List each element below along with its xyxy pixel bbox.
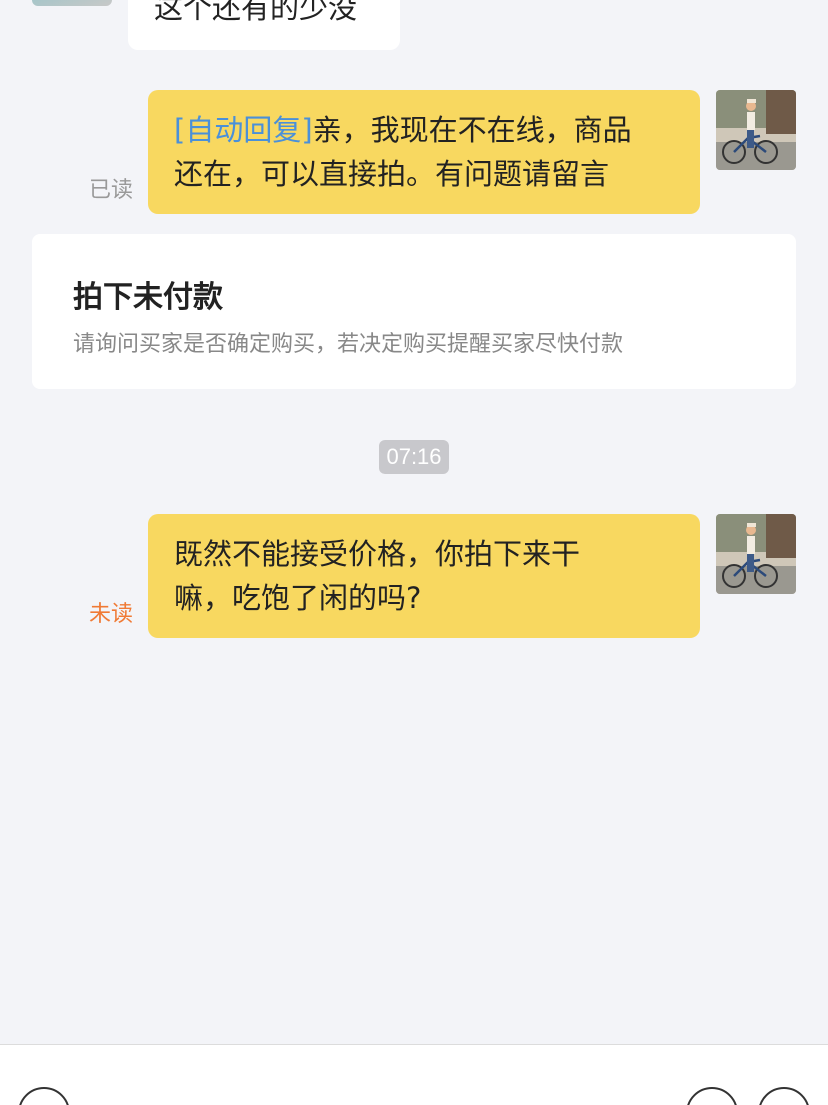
order-status-card[interactable]: 拍下未付款 请询问买家是否确定购买，若决定购买提醒买家尽快付款 [32, 234, 796, 389]
buyer-avatar[interactable] [32, 0, 112, 6]
order-status-title: 拍下未付款 [73, 280, 223, 315]
order-status-subtitle: 请询问买家是否确定购买，若决定购买提醒买家尽快付款 [73, 332, 624, 357]
seller-avatar-photo [716, 514, 796, 594]
reply-line-1: 既然不能接受价格，你拍下来干 [174, 537, 581, 571]
add-button[interactable] [758, 1087, 810, 1105]
reply-message-bubble[interactable]: 既然不能接受价格，你拍下来干 嘛，吃饱了闲的吗? [148, 514, 700, 638]
incoming-message-text: 这个还有的少没 [154, 0, 358, 25]
auto-reply-line-1: [自动回复]亲，我现在不在线，商品 [174, 108, 678, 152]
message-timestamp: 07:16 [379, 440, 449, 474]
auto-reply-message-bubble[interactable]: [自动回复]亲，我现在不在线，商品 还在，可以直接拍。有问题请留言 [148, 90, 700, 214]
voice-button[interactable] [18, 1087, 70, 1105]
message-input-bar [0, 1044, 828, 1105]
auto-reply-tag: [自动回复] [174, 113, 313, 147]
chat-message-list[interactable]: 这个还有的少没 已读 [自动回复]亲，我现在不在线，商品 还在，可以直接拍。有问… [0, 0, 828, 1044]
auto-reply-line-2: 还在，可以直接拍。有问题请留言 [174, 157, 610, 191]
seller-avatar-photo [716, 90, 796, 170]
seller-avatar[interactable] [716, 90, 796, 170]
read-status: 已读 [89, 178, 134, 203]
unread-status: 未读 [89, 602, 134, 627]
incoming-message-bubble[interactable]: 这个还有的少没 [128, 0, 400, 50]
reply-line-2: 嘛，吃饱了闲的吗? [174, 581, 422, 615]
seller-avatar[interactable] [716, 514, 796, 594]
emoji-button[interactable] [686, 1087, 738, 1105]
auto-reply-line-1-text: 亲，我现在不在线，商品 [312, 113, 632, 147]
